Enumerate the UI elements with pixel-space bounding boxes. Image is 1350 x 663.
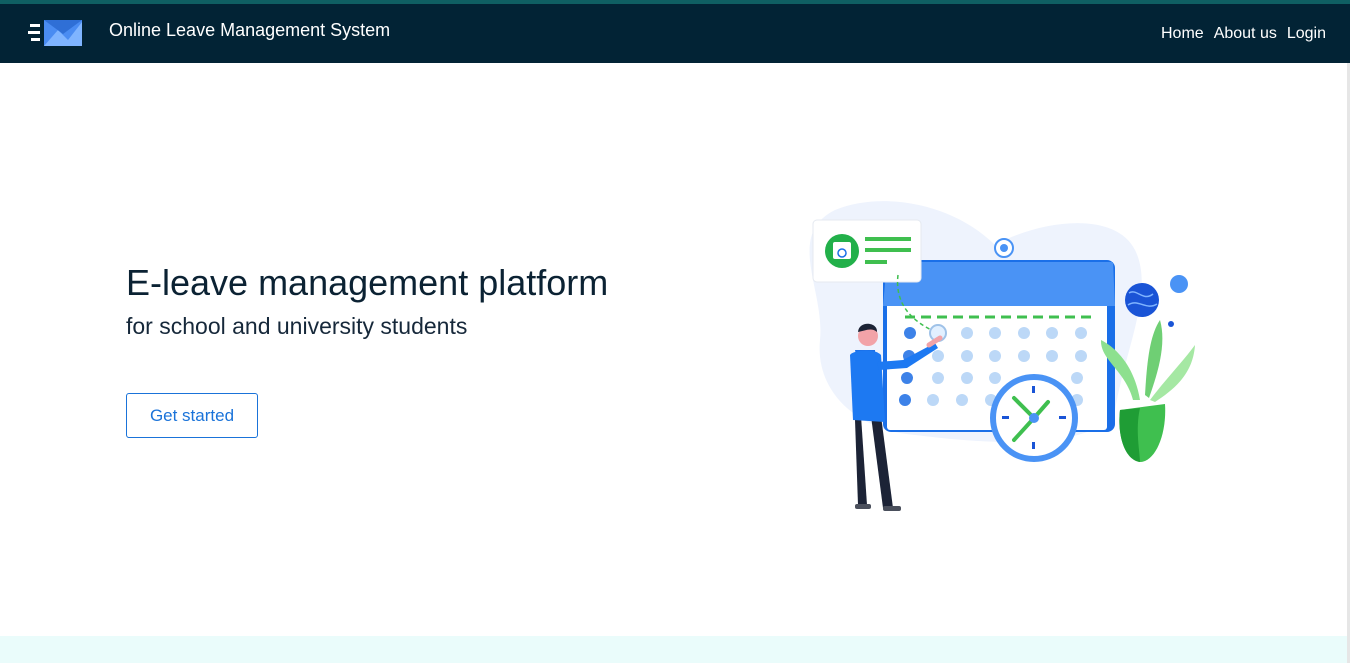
nav-links: Home About us Login bbox=[1161, 25, 1326, 43]
hero-title: E-leave management platform bbox=[126, 262, 609, 303]
navbar: Online Leave Management System Home Abou… bbox=[0, 4, 1350, 63]
event-card-icon bbox=[812, 219, 922, 283]
calendar-scheduling-illustration bbox=[809, 201, 1195, 511]
nav-login-link[interactable]: Login bbox=[1287, 25, 1326, 43]
get-started-button[interactable]: Get started bbox=[126, 393, 258, 438]
footer-band bbox=[0, 636, 1347, 663]
hero-subtitle: for school and university students bbox=[126, 313, 468, 339]
nav-home-link[interactable]: Home bbox=[1161, 25, 1204, 43]
globe-icon bbox=[1125, 283, 1159, 317]
clock-icon bbox=[990, 374, 1078, 462]
nav-about-link[interactable]: About us bbox=[1214, 25, 1277, 43]
envelope-logo-icon[interactable] bbox=[28, 18, 84, 48]
app-title[interactable]: Online Leave Management System bbox=[109, 20, 390, 41]
